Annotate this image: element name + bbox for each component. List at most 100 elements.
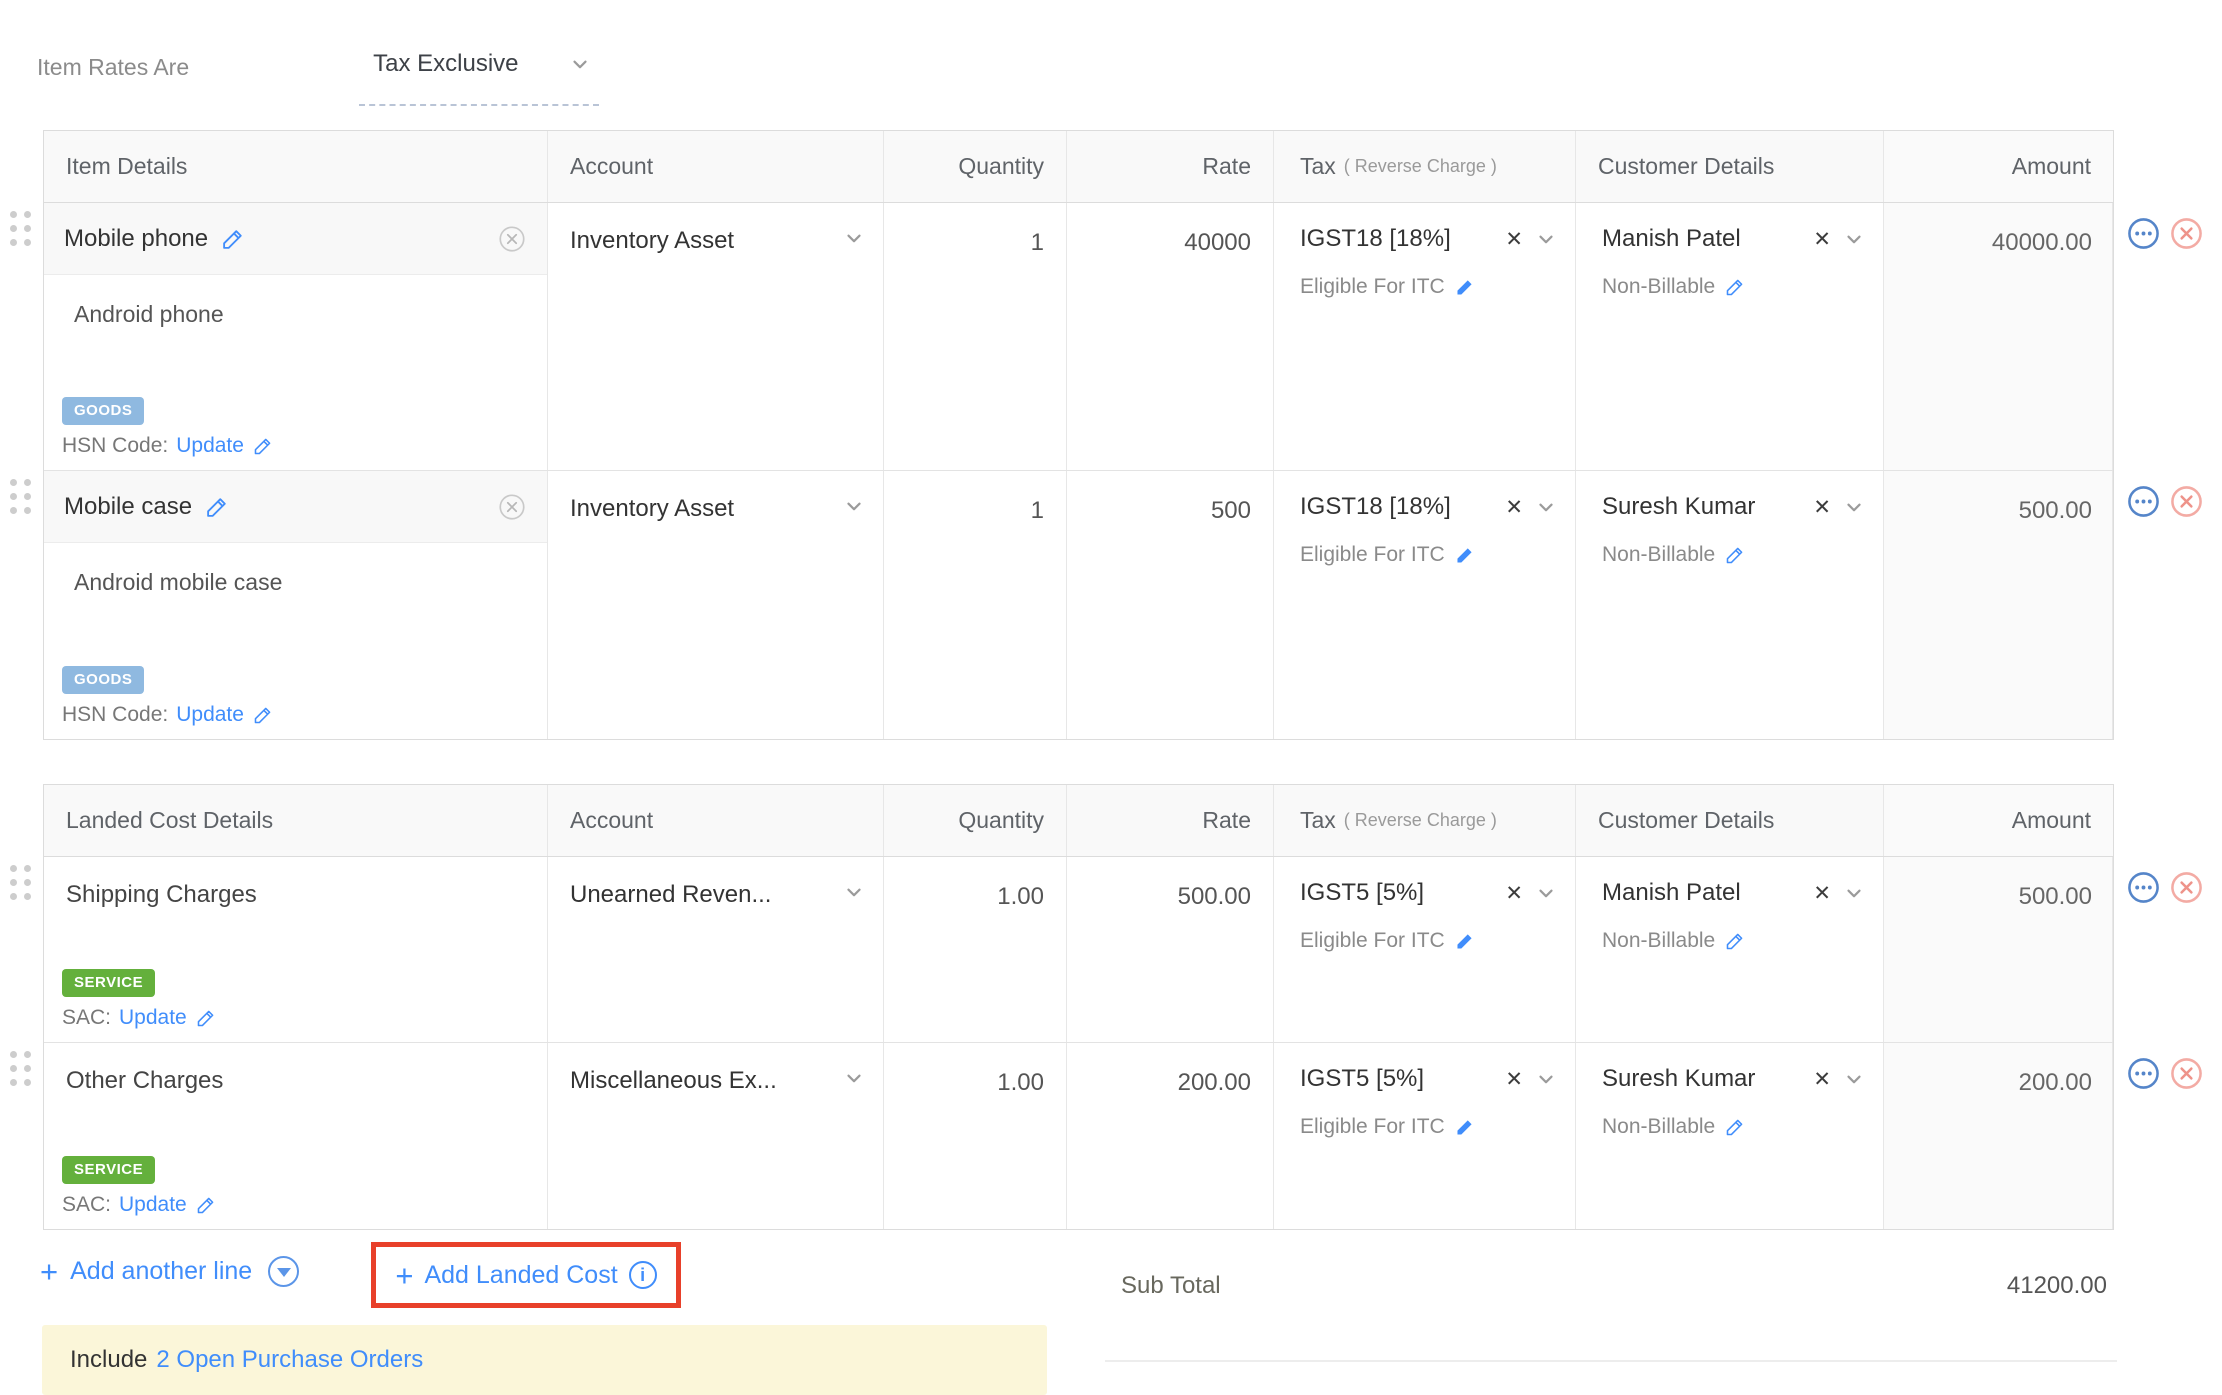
itc-label: Eligible For ITC (1300, 275, 1445, 299)
tax-select[interactable]: IGST5 [5%] ✕ (1300, 1065, 1557, 1093)
chevron-down-icon (1535, 882, 1557, 904)
edit-item-icon[interactable] (220, 226, 246, 252)
drag-handle-icon[interactable] (10, 211, 31, 246)
customer-select[interactable]: Suresh Kumar ✕ (1602, 1065, 1865, 1093)
clear-customer-icon[interactable]: ✕ (1813, 1067, 1831, 1092)
edit-code-icon[interactable] (195, 1194, 217, 1216)
tax-select[interactable]: IGST5 [5%] ✕ (1300, 879, 1557, 907)
add-line-dropdown-icon[interactable] (268, 1256, 299, 1287)
item-description[interactable]: Android mobile case (74, 569, 547, 596)
tax-select[interactable]: IGST18 [18%] ✕ (1300, 493, 1557, 521)
chevron-down-icon (843, 1067, 865, 1089)
clear-customer-icon[interactable]: ✕ (1813, 881, 1831, 906)
tax-mode-select[interactable]: Tax Exclusive (359, 48, 599, 106)
customer-select[interactable]: Manish Patel ✕ (1602, 225, 1865, 253)
header-customer: Customer Details (1576, 131, 1884, 202)
drag-handle-icon[interactable] (10, 865, 31, 900)
clear-customer-icon[interactable]: ✕ (1813, 495, 1831, 520)
add-landed-cost-button[interactable]: + Add Landed Cost i (371, 1242, 681, 1308)
tax-cell: IGST5 [5%] ✕ Eligible For ITC (1274, 1043, 1576, 1229)
clear-tax-icon[interactable]: ✕ (1505, 495, 1523, 520)
code-update-link[interactable]: Update (119, 1006, 187, 1030)
clear-item-icon[interactable] (497, 492, 527, 522)
amount-value: 200.00 (1884, 1043, 2113, 1229)
edit-itc-icon[interactable] (1454, 1116, 1476, 1138)
quantity-input[interactable]: 1 (884, 471, 1067, 739)
clear-item-icon[interactable] (497, 224, 527, 254)
items-table: Item Details Account Quantity Rate Tax (… (43, 130, 2114, 740)
edit-code-icon[interactable] (252, 435, 274, 457)
row-more-icon[interactable] (2127, 485, 2160, 518)
edit-code-icon[interactable] (195, 1007, 217, 1029)
itc-label: Eligible For ITC (1300, 543, 1445, 567)
chevron-down-icon (843, 227, 865, 249)
row-more-icon[interactable] (2127, 1057, 2160, 1090)
quantity-input[interactable]: 1.00 (884, 1043, 1067, 1229)
itc-label: Eligible For ITC (1300, 1115, 1445, 1139)
clear-customer-icon[interactable]: ✕ (1813, 227, 1831, 252)
edit-code-icon[interactable] (252, 704, 274, 726)
customer-value: Suresh Kumar (1602, 493, 1813, 521)
edit-billable-icon[interactable] (1724, 1116, 1746, 1138)
edit-itc-icon[interactable] (1454, 544, 1476, 566)
account-select[interactable]: Unearned Reven... (548, 857, 884, 1042)
include-label: Include (70, 1346, 147, 1374)
edit-billable-icon[interactable] (1724, 276, 1746, 298)
add-another-line-button[interactable]: + Add another line (40, 1256, 299, 1287)
account-value: Inventory Asset (570, 495, 734, 523)
item-rates-control: Item Rates Are Tax Exclusive (37, 48, 599, 106)
item-meta: SERVICE SAC: Update (44, 969, 547, 1042)
account-select[interactable]: Inventory Asset (548, 203, 884, 470)
include-purchase-orders-banner: Include 2 Open Purchase Orders (42, 1325, 1047, 1395)
edit-item-icon[interactable] (204, 494, 230, 520)
code-update-link[interactable]: Update (176, 434, 244, 458)
edit-billable-icon[interactable] (1724, 930, 1746, 952)
account-select[interactable]: Inventory Asset (548, 471, 884, 739)
billable-label: Non-Billable (1602, 929, 1715, 953)
item-description[interactable]: Android phone (74, 301, 547, 328)
tax-cell: IGST18 [18%] ✕ Eligible For ITC (1274, 471, 1576, 739)
tax-select[interactable]: IGST18 [18%] ✕ (1300, 225, 1557, 253)
header-tax-note: ( Reverse Charge ) (1344, 156, 1497, 177)
tax-cell: IGST18 [18%] ✕ Eligible For ITC (1274, 203, 1576, 470)
amount-value: 40000.00 (1884, 203, 2113, 470)
subtotal-row: Sub Total 41200.00 (1105, 1272, 2117, 1300)
code-update-link[interactable]: Update (119, 1193, 187, 1217)
chevron-down-icon (1843, 1068, 1865, 1090)
quantity-input[interactable]: 1 (884, 203, 1067, 470)
customer-select[interactable]: Suresh Kumar ✕ (1602, 493, 1865, 521)
quantity-input[interactable]: 1.00 (884, 857, 1067, 1042)
clear-tax-icon[interactable]: ✕ (1505, 227, 1523, 252)
edit-itc-icon[interactable] (1454, 276, 1476, 298)
header-account: Account (548, 785, 884, 856)
table-row: Shipping Charges SERVICE SAC: Update Une… (44, 857, 2113, 1043)
rate-input[interactable]: 200.00 (1067, 1043, 1274, 1229)
customer-select[interactable]: Manish Patel ✕ (1602, 879, 1865, 907)
row-delete-icon[interactable] (2170, 1057, 2203, 1090)
edit-billable-icon[interactable] (1724, 544, 1746, 566)
row-delete-icon[interactable] (2170, 485, 2203, 518)
drag-handle-icon[interactable] (10, 479, 31, 514)
item-name-bar[interactable]: Mobile case (44, 471, 547, 543)
landed-cost-name[interactable]: Other Charges (44, 1043, 547, 1095)
clear-tax-icon[interactable]: ✕ (1505, 1067, 1523, 1092)
row-delete-icon[interactable] (2170, 871, 2203, 904)
row-more-icon[interactable] (2127, 871, 2160, 904)
edit-itc-icon[interactable] (1454, 930, 1476, 952)
item-name-bar[interactable]: Mobile phone (44, 203, 547, 275)
tax-mode-value: Tax Exclusive (373, 50, 518, 78)
drag-handle-icon[interactable] (10, 1051, 31, 1086)
rate-input[interactable]: 40000 (1067, 203, 1274, 470)
row-delete-icon[interactable] (2170, 217, 2203, 250)
account-value: Miscellaneous Ex... (570, 1067, 777, 1095)
header-tax-label: Tax (1300, 153, 1336, 180)
landed-cost-name[interactable]: Shipping Charges (44, 857, 547, 909)
row-more-icon[interactable] (2127, 217, 2160, 250)
account-select[interactable]: Miscellaneous Ex... (548, 1043, 884, 1229)
info-icon[interactable]: i (629, 1261, 657, 1289)
clear-tax-icon[interactable]: ✕ (1505, 881, 1523, 906)
code-update-link[interactable]: Update (176, 703, 244, 727)
open-purchase-orders-link[interactable]: 2 Open Purchase Orders (156, 1346, 423, 1374)
rate-input[interactable]: 500 (1067, 471, 1274, 739)
rate-input[interactable]: 500.00 (1067, 857, 1274, 1042)
